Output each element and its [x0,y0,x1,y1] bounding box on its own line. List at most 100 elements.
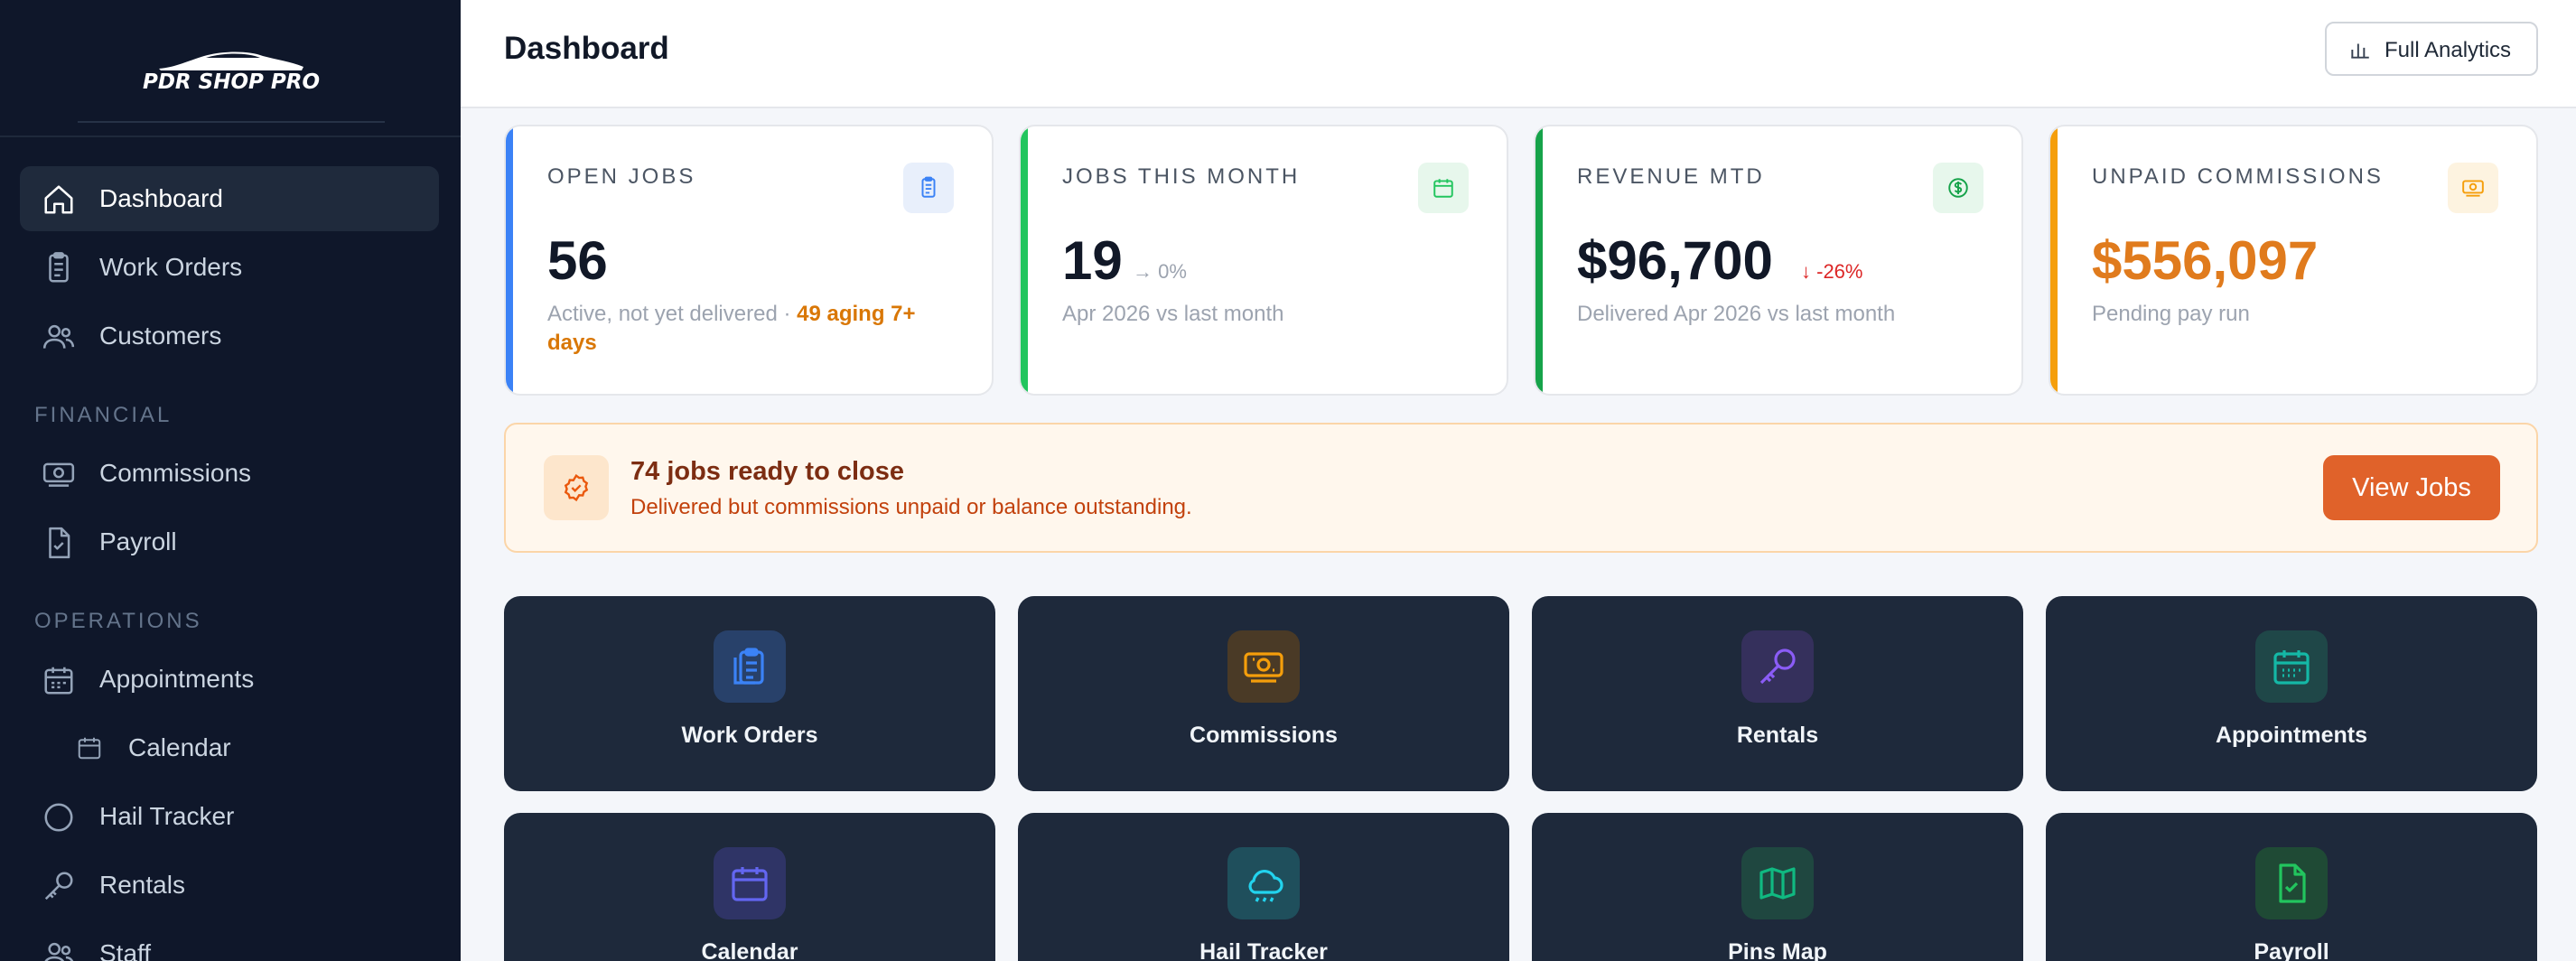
tile-icon-chip [1741,630,1814,703]
tile-label: Hail Tracker [1199,939,1328,961]
sidebar-item-dashboard[interactable]: Dashboard [20,166,439,231]
users-icon [42,324,75,349]
nav-section-financial: FINANCIAL [34,403,173,427]
stat-icon-chip [903,163,954,213]
stat-icon-chip [1418,163,1469,213]
stat-card-unpaid-commissions[interactable]: UNPAID COMMISSIONS $556,097 Pending pay … [2049,125,2538,396]
calendar-icon [1433,179,1453,198]
stat-title: JOBS THIS MONTH [1062,164,1301,189]
tile-icon-chip [714,847,786,919]
tile-appointments[interactable]: Appointments [2046,596,2537,791]
banknote-icon [1244,652,1283,683]
stat-icon-chip [2448,163,2498,213]
calendar-grid-icon [44,667,73,695]
stat-subtext: Pending pay run [2092,302,2250,326]
banknote-icon [42,462,75,487]
tile-label: Payroll [2254,939,2329,961]
brand-name: PDR SHOP PRO [142,70,321,94]
stat-value: 19 [1062,230,1123,291]
stat-accent-bar [2050,126,2058,394]
sidebar-item-work-orders[interactable]: Work Orders [20,235,439,300]
tile-icon-chip [2255,847,2328,919]
dollar-circle-icon [1948,178,1968,198]
sidebar-item-customers[interactable]: Customers [20,303,439,369]
stat-delta: → 0% [1133,260,1187,283]
calendar-icon [78,737,101,760]
sidebar-item-hail-tracker[interactable]: Hail Tracker [20,784,439,849]
stat-icon-chip [1933,163,1983,213]
clipboard-icon [921,176,936,198]
tile-label: Pins Map [1728,939,1827,961]
sidebar: PDR SHOP PRO Dashboard Work Orders Custo… [0,0,461,961]
stat-title: UNPAID COMMISSIONS [2092,164,2384,189]
alert-icon-chip [544,455,609,520]
tile-icon-chip [2255,630,2328,703]
stat-title: OPEN JOBS [547,164,696,189]
tile-icon-chip [714,630,786,703]
sidebar-item-calendar[interactable]: Calendar [20,715,439,780]
tile-label: Work Orders [681,723,818,748]
calendar-icon [732,867,768,901]
stat-card-revenue-mtd[interactable]: REVENUE MTD $96,700 ↓ -26% Delivered Apr… [1534,125,2023,396]
map-icon [1759,867,1796,900]
stat-value: 56 [547,230,608,291]
stat-value: $556,097 [2092,230,2319,291]
tile-label: Calendar [701,939,798,961]
sidebar-item-appointments[interactable]: Appointments [20,647,439,712]
stat-subtext: Delivered Apr 2026 vs last month [1577,302,1896,326]
tile-label: Rentals [1736,723,1819,748]
tile-commissions[interactable]: Commissions [1018,596,1509,791]
key-icon [44,872,73,900]
alert-description: Delivered but commissions unpaid or bala… [630,495,1192,519]
sidebar-divider [0,135,461,137]
tile-icon-chip [1227,847,1300,919]
page-title: Dashboard [504,31,669,66]
tile-icon-chip [1227,630,1300,703]
sidebar-item-staff[interactable]: Staff [20,921,439,961]
clipboard-icon [733,648,764,685]
tile-pins-map[interactable]: Pins Map [1532,813,2023,961]
check-badge-icon [564,473,589,502]
users-icon [44,942,74,961]
tile-rentals[interactable]: Rentals [1532,596,2023,791]
stat-value: $96,700 [1577,230,1773,291]
stat-accent-bar [1535,126,1543,394]
sidebar-item-label: Dashboard [99,184,223,212]
sidebar-item-label: Hail Tracker [99,802,235,830]
sidebar-item-label: Customers [99,322,222,350]
car-silhouette-icon [159,51,303,70]
sidebar-item-commissions[interactable]: Commissions [20,441,439,506]
banknote-icon [2462,180,2484,197]
tile-payroll[interactable]: Payroll [2046,813,2537,961]
tile-work-orders[interactable]: Work Orders [504,596,995,791]
tile-hail-tracker[interactable]: Hail Tracker [1018,813,1509,961]
file-check-icon [49,527,70,559]
tile-label: Commissions [1190,723,1338,748]
sidebar-item-payroll[interactable]: Payroll [20,509,439,574]
top-bar: Dashboard Full Analytics [461,0,2576,108]
stat-accent-bar [506,126,513,394]
bar-chart-icon [2351,43,2369,59]
full-analytics-button[interactable]: Full Analytics [2325,22,2538,76]
file-check-icon [2279,863,2306,903]
stat-card-open-jobs[interactable]: OPEN JOBS 56 Active, not yet delivered ·… [504,125,994,396]
stat-accent-bar [1021,126,1028,394]
alert-title: 74 jobs ready to close [630,457,905,486]
sidebar-item-label: Staff [99,939,152,961]
view-jobs-button[interactable]: View Jobs [2323,455,2500,520]
stat-subtext: Active, not yet delivered · 49 aging 7+ … [547,300,963,358]
clipboard-icon [49,252,69,283]
ready-to-close-alert: 74 jobs ready to close Delivered but com… [504,423,2538,553]
tile-icon-chip [1741,847,1814,919]
tile-calendar[interactable]: Calendar [504,813,995,961]
circle-icon [44,803,73,832]
full-analytics-label: Full Analytics [2385,38,2512,62]
cloud-icon [1248,869,1283,902]
sidebar-item-label: Appointments [99,665,255,693]
nav-section-operations: OPERATIONS [34,609,202,633]
sidebar-item-label: Rentals [99,871,185,899]
stat-card-jobs-this-month[interactable]: JOBS THIS MONTH 19 → 0% Apr 2026 vs last… [1019,125,1508,396]
brand-logo[interactable]: PDR SHOP PRO [78,47,385,123]
sidebar-item-rentals[interactable]: Rentals [20,853,439,918]
stat-subtext: Apr 2026 vs last month [1062,302,1284,326]
